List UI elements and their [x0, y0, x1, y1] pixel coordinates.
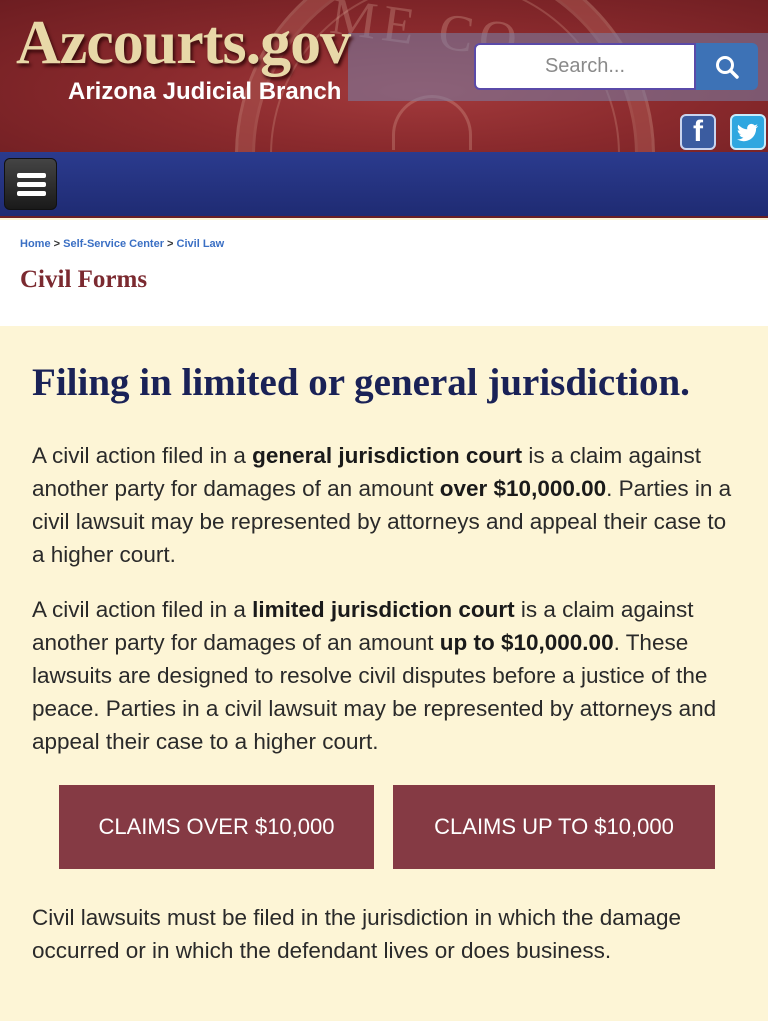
- text-span: A civil action filed in a: [32, 443, 253, 468]
- main-nav-bar: [0, 152, 768, 218]
- text-span: A civil action filed in a: [32, 597, 253, 622]
- menu-icon-bar: [17, 191, 46, 196]
- jurisdiction-note-paragraph: Civil lawsuits must be filed in the juri…: [32, 905, 682, 963]
- site-logo[interactable]: Azcourts.gov: [16, 8, 351, 79]
- breadcrumb-civil-law[interactable]: Civil Law: [177, 238, 225, 250]
- menu-button[interactable]: [4, 158, 57, 210]
- breadcrumb-separator: >: [164, 238, 177, 250]
- facebook-icon: f: [693, 115, 703, 148]
- page-title: Civil Forms: [20, 266, 148, 293]
- breadcrumb-separator: >: [50, 238, 64, 250]
- breadcrumb-home[interactable]: Home: [20, 238, 51, 250]
- twitter-icon: [737, 123, 759, 142]
- search-input[interactable]: [474, 43, 696, 90]
- breadcrumb-self-service-center[interactable]: Self-Service Center: [63, 238, 164, 250]
- claims-up-to-10000-button[interactable]: CLAIMS UP TO $10,000: [393, 785, 715, 869]
- site-tagline: Arizona Judicial Branch: [68, 78, 342, 105]
- general-jurisdiction-paragraph: A civil action filed in a general jurisd…: [32, 439, 744, 571]
- limited-jurisdiction-court-term: limited jurisdiction court: [252, 597, 515, 622]
- menu-icon: [17, 173, 46, 178]
- search-button[interactable]: [696, 43, 758, 90]
- breadcrumb: Home > Self-Service Center > Civil Law: [20, 238, 224, 250]
- amount-up-to-term: up to $10,000.00: [439, 630, 614, 655]
- search-icon: [716, 55, 739, 79]
- limited-jurisdiction-paragraph: A civil action filed in a limited jurisd…: [32, 593, 744, 758]
- twitter-link[interactable]: [730, 114, 766, 150]
- general-jurisdiction-court-term: general jurisdiction court: [252, 443, 523, 468]
- facebook-link[interactable]: f: [680, 114, 716, 150]
- menu-icon-bar: [17, 182, 46, 187]
- claims-over-10000-button[interactable]: CLAIMS OVER $10,000: [59, 785, 374, 869]
- section-heading: Filing in limited or general jurisdictio…: [32, 361, 690, 404]
- amount-over-term: over $10,000.00: [439, 476, 607, 501]
